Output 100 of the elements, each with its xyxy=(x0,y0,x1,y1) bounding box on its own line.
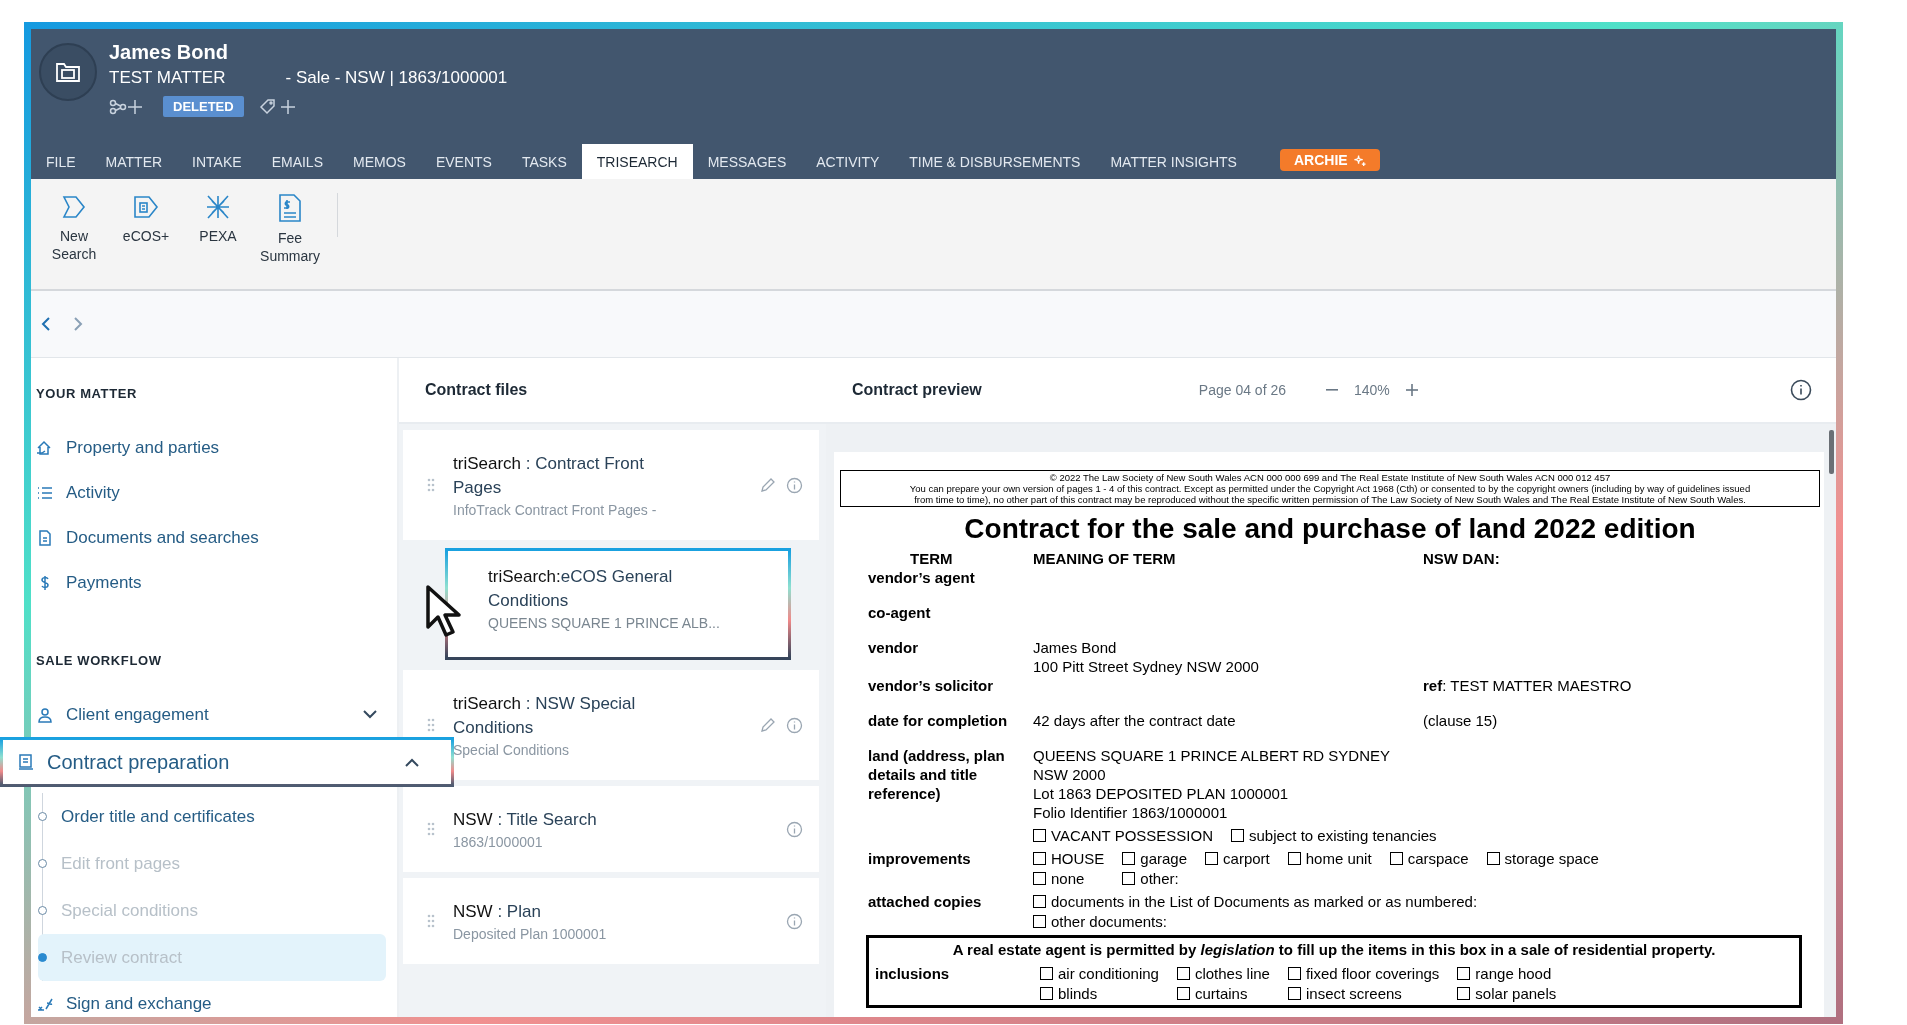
checkbox[interactable] xyxy=(1205,852,1219,865)
checkbox[interactable] xyxy=(1287,852,1301,865)
checkbox-label: VACANT POSSESSION xyxy=(1051,826,1213,845)
file-card[interactable]: NSW : Title Search 1863/1000001 xyxy=(403,786,819,872)
menu-tab[interactable]: TRISEARCH xyxy=(581,144,693,179)
sparkle-icon xyxy=(1352,153,1366,167)
checkbox[interactable] xyxy=(1231,829,1244,842)
menu-tab[interactable]: MESSAGES xyxy=(692,144,802,179)
term-note: (clause 15) xyxy=(1423,711,1499,730)
checkbox[interactable] xyxy=(1033,829,1046,842)
checkbox[interactable] xyxy=(1176,967,1190,980)
scrollbar-thumb[interactable] xyxy=(1829,430,1834,474)
checkbox[interactable] xyxy=(1457,967,1471,980)
checkbox-label: subject to existing tenancies xyxy=(1249,826,1437,845)
contract-icon xyxy=(17,753,35,771)
checkbox-label: range hood xyxy=(1475,964,1552,983)
checkbox[interactable] xyxy=(1457,987,1471,1000)
sidebar-item[interactable]: Documents and searches xyxy=(31,515,397,560)
box-heading: A real estate agent is permitted by legislation to fill up the items in this box in a sale of residential property. xyxy=(951,940,1717,960)
file-title: triSearch : Contract Front Pages xyxy=(453,453,645,499)
file-card[interactable]: NSW : Plan Deposited Plan 1000001 xyxy=(403,878,819,964)
checkbox-label: other documents: xyxy=(1051,912,1167,931)
checkbox[interactable] xyxy=(1033,852,1046,865)
panel-title: Contract preview xyxy=(852,381,982,399)
term-value: James Bond xyxy=(1033,638,1118,657)
document-icon xyxy=(36,528,54,547)
client-name: James Bond xyxy=(109,41,229,64)
drag-handle-icon[interactable] xyxy=(427,478,435,492)
workflow-step[interactable]: Order title and certificates xyxy=(38,793,392,840)
page-indicator: Page 04 of 26 xyxy=(1198,382,1286,398)
checkbox[interactable] xyxy=(1033,895,1046,908)
dragged-file-card[interactable]: triSearch:eCOS General Conditions QUEENS SQUARE 1 PRINCE ALB... xyxy=(445,548,791,660)
sidebar-item[interactable]: Client engagement xyxy=(31,692,397,737)
menu-tab[interactable]: TASKS xyxy=(506,144,582,179)
menu-tab[interactable]: INTAKE xyxy=(177,144,257,179)
menu-tab[interactable]: TIME & DISBURSEMENTS xyxy=(894,144,1096,179)
matter-title: TEST MATTER xyxy=(109,68,226,88)
file-title: triSearch : NSW Special Conditions xyxy=(453,693,637,739)
chevron-left-icon xyxy=(41,317,51,331)
ribbon-button[interactable]: Fee Summary xyxy=(257,193,323,265)
term-value: 100 Pitt Street Sydney NSW 2000 xyxy=(1033,657,1260,676)
menu-tab[interactable]: MEMOS xyxy=(338,144,421,179)
checkbox-label: home unit xyxy=(1305,849,1372,868)
document-arrow-icon xyxy=(132,193,160,221)
matter-description: - Sale - NSW | 1863/1000001 xyxy=(285,68,508,88)
sidebar-item[interactable]: Payments xyxy=(31,560,397,605)
checkbox[interactable] xyxy=(1287,967,1301,980)
checkbox[interactable] xyxy=(1033,872,1046,885)
ribbon-button[interactable]: PEXA xyxy=(185,193,251,245)
checkbox[interactable] xyxy=(1486,852,1500,865)
sidebar-item[interactable]: Activity xyxy=(31,470,397,515)
file-card[interactable]: triSearch : NSW Special Conditions Special Conditions xyxy=(403,670,819,780)
checkbox-label: insect screens xyxy=(1305,984,1402,1003)
file-card[interactable]: triSearch : Contract Front Pages InfoTrack Contract Front Pages - xyxy=(403,430,819,540)
sidebar-item[interactable]: Sign and exchange xyxy=(31,981,397,1025)
checkbox-label: other: xyxy=(1140,869,1179,888)
drag-handle-icon[interactable] xyxy=(427,822,435,836)
file-title: NSW : Plan xyxy=(453,901,542,923)
file-subtitle: InfoTrack Contract Front Pages - xyxy=(453,502,658,518)
checkbox-label: solar panels xyxy=(1475,984,1557,1003)
invoice-icon xyxy=(278,193,302,223)
menu-tab[interactable]: MATTER xyxy=(90,144,178,179)
file-subtitle: Special Conditions xyxy=(453,742,570,758)
sidebar-item[interactable]: Property and parties xyxy=(31,425,397,470)
term-value: Lot 1863 DEPOSITED PLAN 1000001 xyxy=(1033,784,1290,803)
checkbox[interactable] xyxy=(1122,872,1136,885)
zoom-level: 140% xyxy=(1354,382,1390,398)
menu-tab[interactable]: EVENTS xyxy=(420,144,507,179)
section-heading: SALE WORKFLOW xyxy=(35,653,163,668)
checkbox[interactable] xyxy=(1122,852,1136,865)
tag-add-button[interactable] xyxy=(257,96,298,117)
checkbox-label: fixed floor coverings xyxy=(1305,964,1440,983)
document-heading: Contract for the sale and purchase of land 2022 edition xyxy=(963,513,1697,545)
ribbon-button[interactable]: eCOS+ xyxy=(113,193,179,245)
checkbox[interactable] xyxy=(1176,987,1190,1000)
menu-tab[interactable]: ACTIVITY xyxy=(801,144,895,179)
drag-handle-icon[interactable] xyxy=(427,718,435,732)
term-label: date for completion xyxy=(868,711,1009,730)
menu-tab[interactable]: MATTER INSIGHTS xyxy=(1095,144,1252,179)
plus-icon xyxy=(1405,384,1418,396)
term-value: Folio Identifier 1863/1000001 xyxy=(1033,803,1229,822)
pointer-cursor-icon xyxy=(425,584,463,638)
star-icon xyxy=(204,193,232,221)
term-label: vendor’s agent xyxy=(868,568,976,587)
sidebar-item[interactable]: Contract preparation xyxy=(0,737,454,787)
checkbox[interactable] xyxy=(1389,852,1403,865)
arrow-icon xyxy=(61,193,87,221)
info-icon[interactable] xyxy=(1790,379,1812,401)
term-label: vendor xyxy=(868,638,919,658)
menu-tab[interactable]: EMAILS xyxy=(256,144,338,179)
checkbox[interactable] xyxy=(1040,987,1053,1000)
menu-tab[interactable]: FILE xyxy=(31,144,91,179)
checkbox[interactable] xyxy=(1033,915,1046,928)
term-label: vendor’s solicitor xyxy=(868,676,995,695)
drag-handle-icon[interactable] xyxy=(427,914,435,928)
term-label: co-agent xyxy=(868,603,932,622)
checkbox[interactable] xyxy=(1287,987,1301,1000)
ribbon-button[interactable]: New Search xyxy=(41,193,107,263)
column-heading: TERM xyxy=(909,549,954,568)
checkbox[interactable] xyxy=(1040,967,1053,980)
